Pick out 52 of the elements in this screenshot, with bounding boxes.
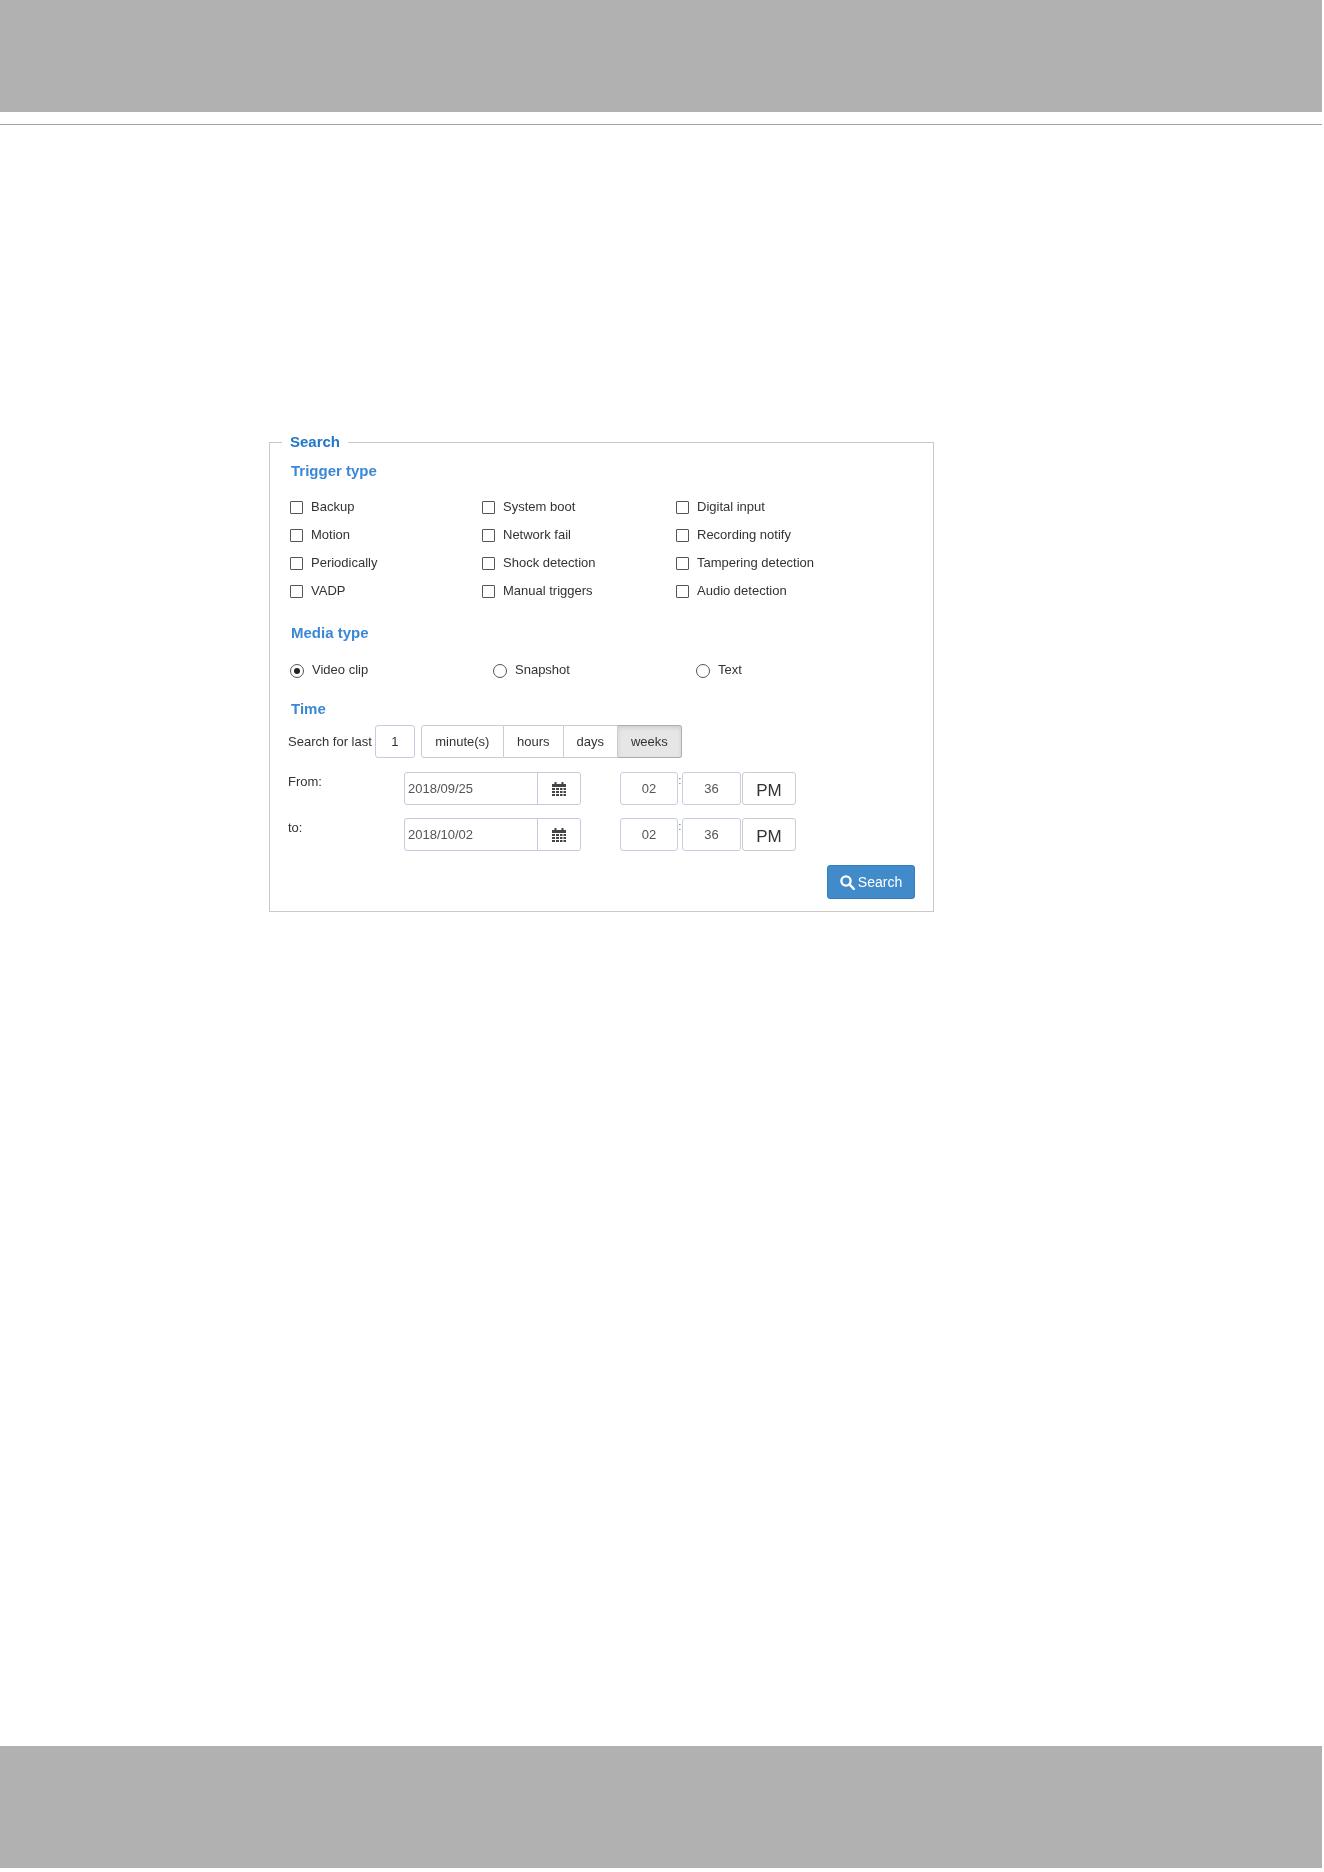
- unit-button[interactable]: minute(s): [420, 725, 504, 758]
- checkbox-label: Motion: [311, 527, 351, 543]
- checkbox[interactable]: [482, 528, 495, 542]
- checkbox[interactable]: [676, 528, 689, 542]
- unit-button[interactable]: days: [563, 725, 618, 758]
- checkbox[interactable]: [676, 556, 689, 570]
- radio-label: Snapshot: [515, 661, 570, 678]
- meridiem-button[interactable]: PM: [742, 772, 796, 805]
- checkbox[interactable]: [290, 584, 303, 598]
- checkbox-label: Backup: [311, 499, 355, 515]
- minute-field[interactable]: 36: [682, 772, 741, 805]
- checkbox-label: VADP: [311, 583, 346, 599]
- checkbox[interactable]: [676, 584, 689, 598]
- checkbox-label: System boot: [503, 499, 576, 515]
- range-label: From:: [288, 773, 323, 791]
- checkbox-label: Digital input: [697, 499, 765, 515]
- checkbox[interactable]: [290, 500, 303, 514]
- checkbox-label: Audio detection: [697, 583, 787, 599]
- hour-field[interactable]: 02: [620, 772, 678, 805]
- range-label: to:: [288, 819, 304, 837]
- checkbox[interactable]: [482, 500, 495, 514]
- checkbox-label: Recording notify: [697, 527, 791, 543]
- time-separator: :: [678, 776, 682, 786]
- checkbox[interactable]: [482, 584, 495, 598]
- unit-button[interactable]: weeks: [617, 725, 682, 758]
- section-heading: Trigger type: [290, 461, 378, 481]
- radio-button[interactable]: [290, 664, 304, 678]
- field-label: Search for last: [288, 733, 372, 751]
- checkbox-label: Shock detection: [503, 555, 596, 571]
- radio-label: Video clip: [312, 661, 369, 678]
- checkbox-label: Network fail: [503, 527, 571, 543]
- number-field[interactable]: 1: [374, 725, 415, 758]
- section-heading: Media type: [290, 623, 370, 643]
- checkbox[interactable]: [290, 556, 303, 570]
- search-button[interactable]: Search: [827, 865, 915, 899]
- radio-label: Text: [718, 661, 742, 678]
- checkbox[interactable]: [482, 556, 495, 570]
- time-separator: :: [678, 822, 682, 832]
- search-icon: [839, 874, 855, 890]
- section-heading: Time: [290, 699, 327, 719]
- checkbox-label: Manual triggers: [503, 583, 593, 599]
- hour-field[interactable]: 02: [620, 818, 678, 851]
- checkbox[interactable]: [290, 528, 303, 542]
- unit-button[interactable]: hours: [503, 725, 564, 758]
- checkbox-label: Periodically: [311, 555, 378, 571]
- checkbox[interactable]: [676, 500, 689, 514]
- radio-button[interactable]: [696, 664, 710, 678]
- meridiem-button[interactable]: PM: [742, 818, 796, 851]
- minute-field[interactable]: 36: [682, 818, 741, 851]
- panel-legend: Search: [282, 433, 349, 451]
- radio-button[interactable]: [493, 664, 507, 678]
- checkbox-label: Tampering detection: [697, 555, 815, 571]
